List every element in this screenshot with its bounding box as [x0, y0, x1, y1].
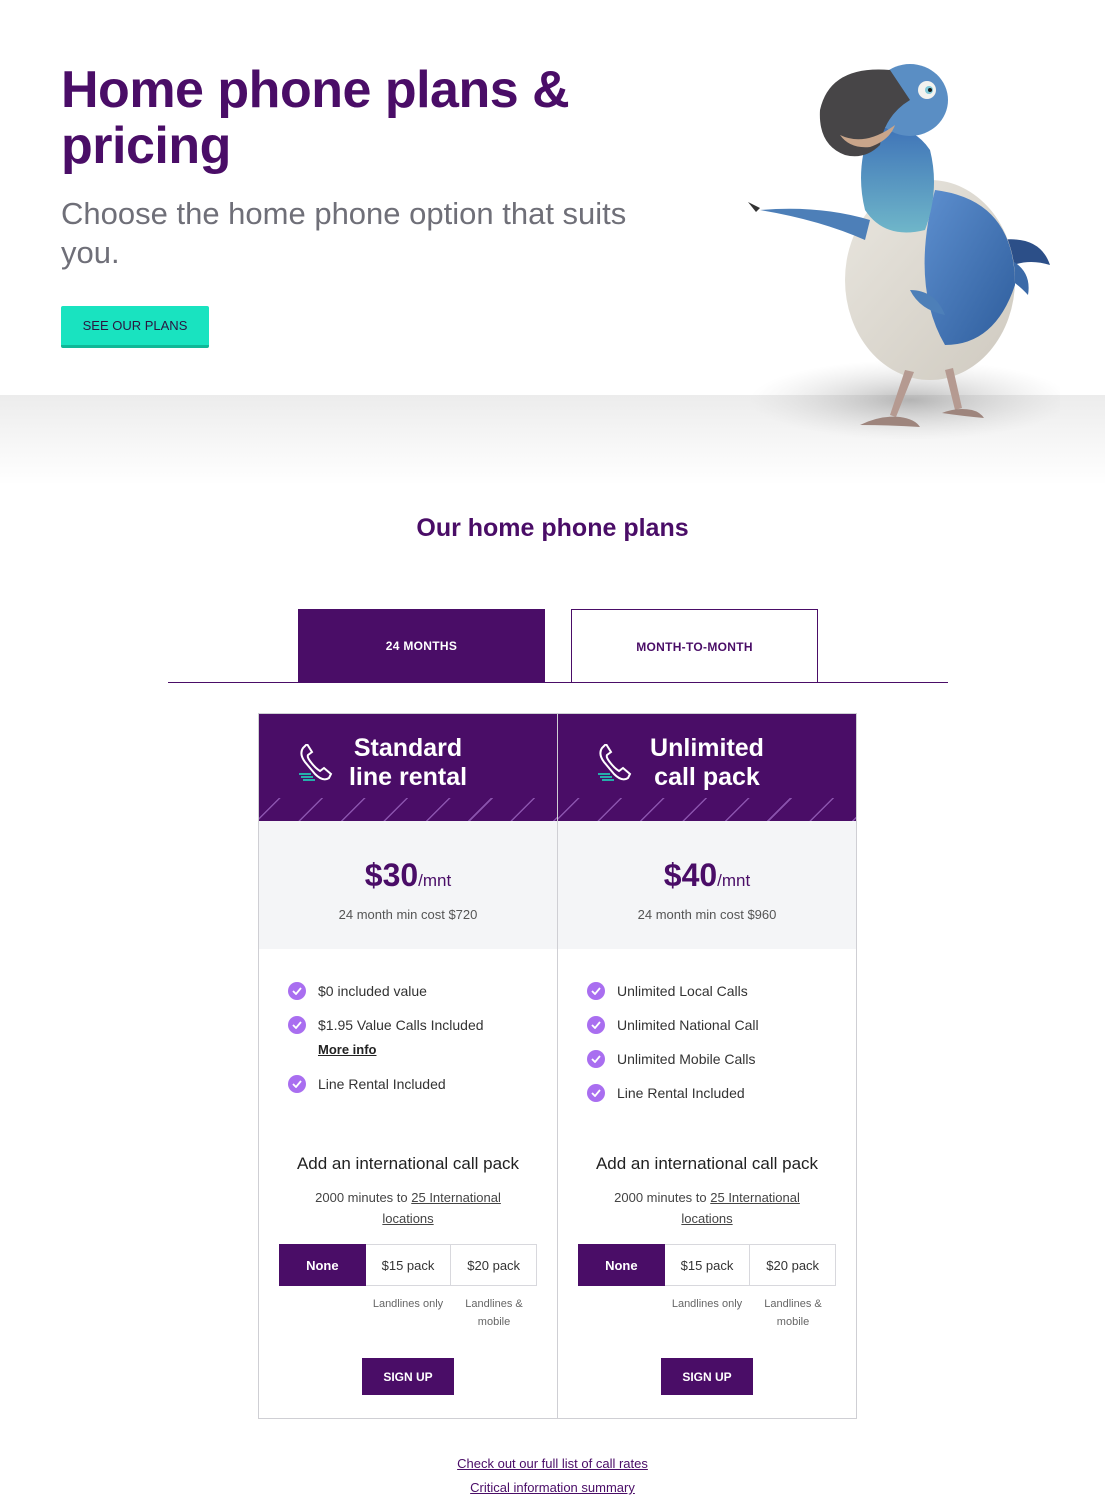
- check-icon: [288, 1075, 306, 1093]
- intl-pack-title: Add an international call pack: [595, 1154, 819, 1173]
- footer-links: Check out our full list of call rates Cr…: [0, 1452, 1105, 1500]
- check-icon: [587, 1050, 605, 1068]
- price-unit: /mnt: [418, 871, 452, 890]
- hero-section: Home phone plans & pricing Choose the ho…: [0, 0, 1105, 485]
- plan-price: $40/mnt: [558, 857, 856, 894]
- pack-none-option[interactable]: None: [279, 1244, 366, 1286]
- feature-item: Unlimited Local Calls: [587, 982, 837, 1000]
- check-icon: [587, 982, 605, 1000]
- price-amount: $30: [364, 857, 419, 893]
- sign-up-button[interactable]: SIGN UP: [362, 1358, 454, 1395]
- pack-selector: None $15 pack $20 pack: [578, 1244, 837, 1286]
- plan-card-header: Standard line rental: [259, 714, 557, 821]
- plan-title: Standard line rental: [339, 734, 477, 792]
- feature-item: Unlimited Mobile Calls: [587, 1050, 837, 1068]
- intl-desc-text: 2000 minutes to: [614, 1190, 711, 1205]
- check-icon: [288, 1016, 306, 1034]
- intl-pack-description: 2000 minutes to 25 International locatio…: [598, 1187, 816, 1229]
- phone-icon: [299, 744, 333, 781]
- feature-item: $1.95 Value Calls Included More info: [288, 1016, 538, 1059]
- intl-desc-text: 2000 minutes to: [315, 1190, 412, 1205]
- tab-24-months[interactable]: 24 MONTHS: [298, 609, 545, 683]
- feature-text: Line Rental Included: [318, 1076, 446, 1092]
- price-box: $30/mnt 24 month min cost $720: [259, 821, 557, 949]
- plan-title: Unlimited call pack: [638, 734, 776, 792]
- pack-20-option[interactable]: $20 pack: [451, 1244, 538, 1286]
- header-stripes: [259, 798, 557, 821]
- pack-note: Landlines only: [671, 1298, 743, 1310]
- feature-list: $0 included value $1.95 Value Calls Incl…: [288, 982, 538, 1109]
- critical-info-link[interactable]: Critical information summary: [0, 1476, 1105, 1500]
- feature-text: $0 included value: [318, 983, 427, 999]
- plans-section-title: Our home phone plans: [416, 514, 689, 542]
- pack-note: Landlines & mobile: [465, 1298, 523, 1328]
- plan-card-header: Unlimited call pack: [558, 714, 856, 821]
- sign-up-button[interactable]: SIGN UP: [661, 1358, 753, 1395]
- plan-title-line1: Standard: [353, 734, 463, 762]
- pack-notes: Landlines only Landlines & mobile: [578, 1295, 836, 1331]
- call-rates-link[interactable]: Check out our full list of call rates: [0, 1452, 1105, 1476]
- min-cost: 24 month min cost $960: [637, 907, 777, 922]
- feature-item: Line Rental Included: [587, 1084, 837, 1102]
- feature-list: Unlimited Local Calls Unlimited National…: [587, 982, 837, 1118]
- price-box: $40/mnt 24 month min cost $960: [558, 821, 856, 949]
- header-stripes: [558, 798, 856, 821]
- pack-note: [279, 1295, 365, 1331]
- phone-icon: [598, 744, 632, 781]
- tabs-divider: [168, 682, 948, 683]
- pack-note: Landlines & mobile: [764, 1298, 822, 1328]
- feature-text: Unlimited Local Calls: [617, 983, 748, 999]
- page-subtitle: Choose the home phone option that suits …: [61, 196, 627, 270]
- feature-item: Unlimited National Call: [587, 1016, 837, 1034]
- feature-text: Unlimited Mobile Calls: [617, 1051, 756, 1067]
- more-info-link[interactable]: More info: [318, 1041, 538, 1059]
- plan-card-standard: Standard line rental $30/mnt 24 month mi…: [258, 713, 558, 1419]
- feature-text: Line Rental Included: [617, 1085, 745, 1101]
- pack-15-option[interactable]: $15 pack: [365, 1244, 452, 1286]
- see-our-plans-button[interactable]: SEE OUR PLANS: [61, 306, 209, 348]
- check-icon: [587, 1084, 605, 1102]
- plan-price: $30/mnt: [259, 857, 557, 894]
- dodo-mascot: [748, 64, 1060, 440]
- tab-month-to-month[interactable]: MONTH-TO-MONTH: [571, 609, 818, 683]
- page-title: Home phone plans & pricing: [61, 61, 570, 175]
- feature-item: Line Rental Included: [288, 1075, 538, 1093]
- intl-pack-title: Add an international call pack: [296, 1154, 520, 1173]
- pack-note: [578, 1295, 664, 1331]
- price-unit: /mnt: [717, 871, 751, 890]
- pack-selector: None $15 pack $20 pack: [279, 1244, 538, 1286]
- feature-item: $0 included value: [288, 982, 538, 1000]
- min-cost: 24 month min cost $720: [338, 907, 478, 922]
- plan-title-line2: line rental: [348, 763, 468, 791]
- check-icon: [288, 982, 306, 1000]
- pack-20-option[interactable]: $20 pack: [750, 1244, 837, 1286]
- pack-note: Landlines only: [372, 1298, 444, 1310]
- pack-none-option[interactable]: None: [578, 1244, 665, 1286]
- plan-title-line1: Unlimited: [650, 734, 764, 762]
- check-icon: [587, 1016, 605, 1034]
- feature-text: Unlimited National Call: [617, 1017, 759, 1033]
- price-amount: $40: [663, 857, 718, 893]
- pack-notes: Landlines only Landlines & mobile: [279, 1295, 537, 1331]
- intl-pack-description: 2000 minutes to 25 International locatio…: [299, 1187, 517, 1229]
- feature-text: $1.95 Value Calls Included: [318, 1017, 484, 1033]
- pack-15-option[interactable]: $15 pack: [664, 1244, 751, 1286]
- plan-title-line2: call pack: [654, 763, 760, 791]
- plan-card-unlimited: Unlimited call pack $40/mnt 24 month min…: [557, 713, 857, 1419]
